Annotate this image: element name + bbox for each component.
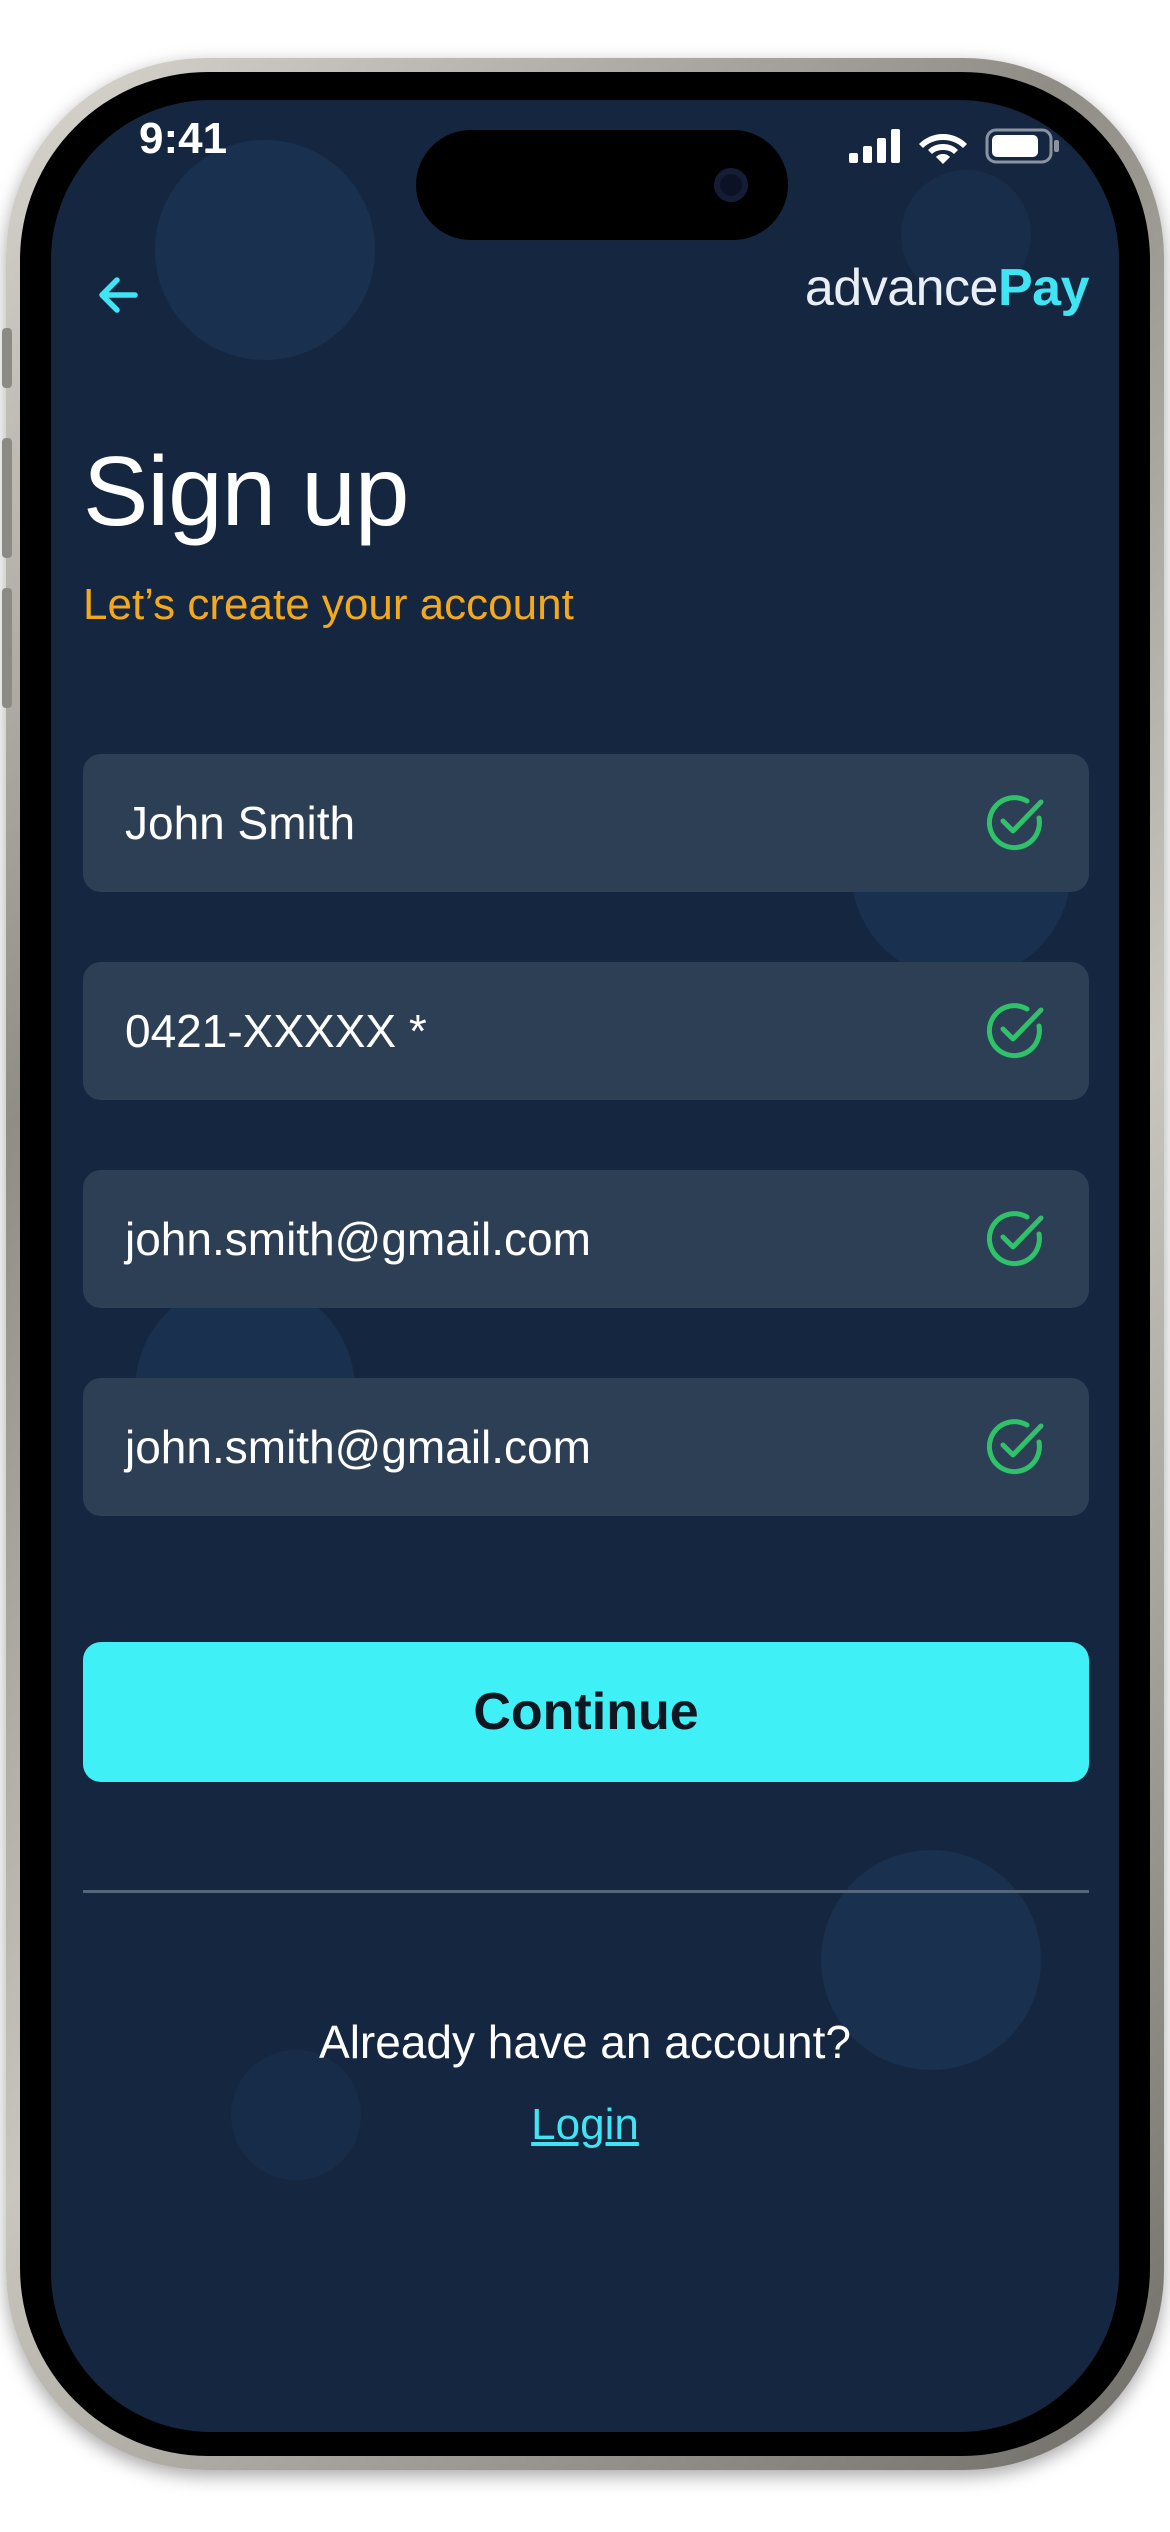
- dynamic-island: [416, 130, 788, 240]
- email-value: john.smith@gmail.com: [125, 1213, 591, 1265]
- continue-button[interactable]: Continue: [83, 1642, 1089, 1782]
- cellular-signal-icon: [849, 129, 900, 163]
- login-prompt: Already have an account?: [319, 2016, 851, 2068]
- full-name-field[interactable]: John Smith: [83, 754, 1089, 892]
- volume-down-button: [2, 588, 12, 708]
- confirm-email-field[interactable]: john.smith@gmail.com: [83, 1378, 1089, 1516]
- email-field[interactable]: john.smith@gmail.com: [83, 1170, 1089, 1308]
- status-time: 9:41: [139, 114, 228, 163]
- page-subtitle: Let’s create your account: [83, 580, 574, 629]
- volume-up-button: [2, 438, 12, 558]
- check-circle-icon: [986, 795, 1044, 851]
- login-link[interactable]: Login: [51, 2100, 1119, 2150]
- page-title: Sign up: [83, 436, 409, 546]
- phone-number-value: 0421-XXXXX *: [125, 1005, 427, 1057]
- action-button: [2, 328, 12, 388]
- status-bar: 9:41: [51, 100, 1119, 240]
- arrow-left-icon: [99, 277, 138, 313]
- phone-number-field[interactable]: 0421-XXXXX *: [83, 962, 1089, 1100]
- wifi-icon: [919, 134, 967, 164]
- logo-text-light: advance: [804, 259, 999, 317]
- back-button[interactable]: [91, 265, 151, 325]
- confirm-email-value: john.smith@gmail.com: [125, 1421, 591, 1473]
- app-screen: 9:41 advancePay Sign up Let’s create you…: [51, 100, 1119, 2432]
- check-circle-icon: [986, 1419, 1044, 1475]
- full-name-value: John Smith: [125, 797, 356, 849]
- check-circle-icon: [986, 1003, 1044, 1059]
- battery-icon: [985, 128, 1059, 164]
- divider: [83, 1890, 1089, 1893]
- status-icons: [849, 126, 1061, 166]
- front-camera: [714, 168, 748, 202]
- advancepay-logo: advancePay: [804, 258, 1090, 318]
- check-circle-icon: [986, 1211, 1044, 1267]
- logo-text-bold: Pay: [997, 259, 1090, 317]
